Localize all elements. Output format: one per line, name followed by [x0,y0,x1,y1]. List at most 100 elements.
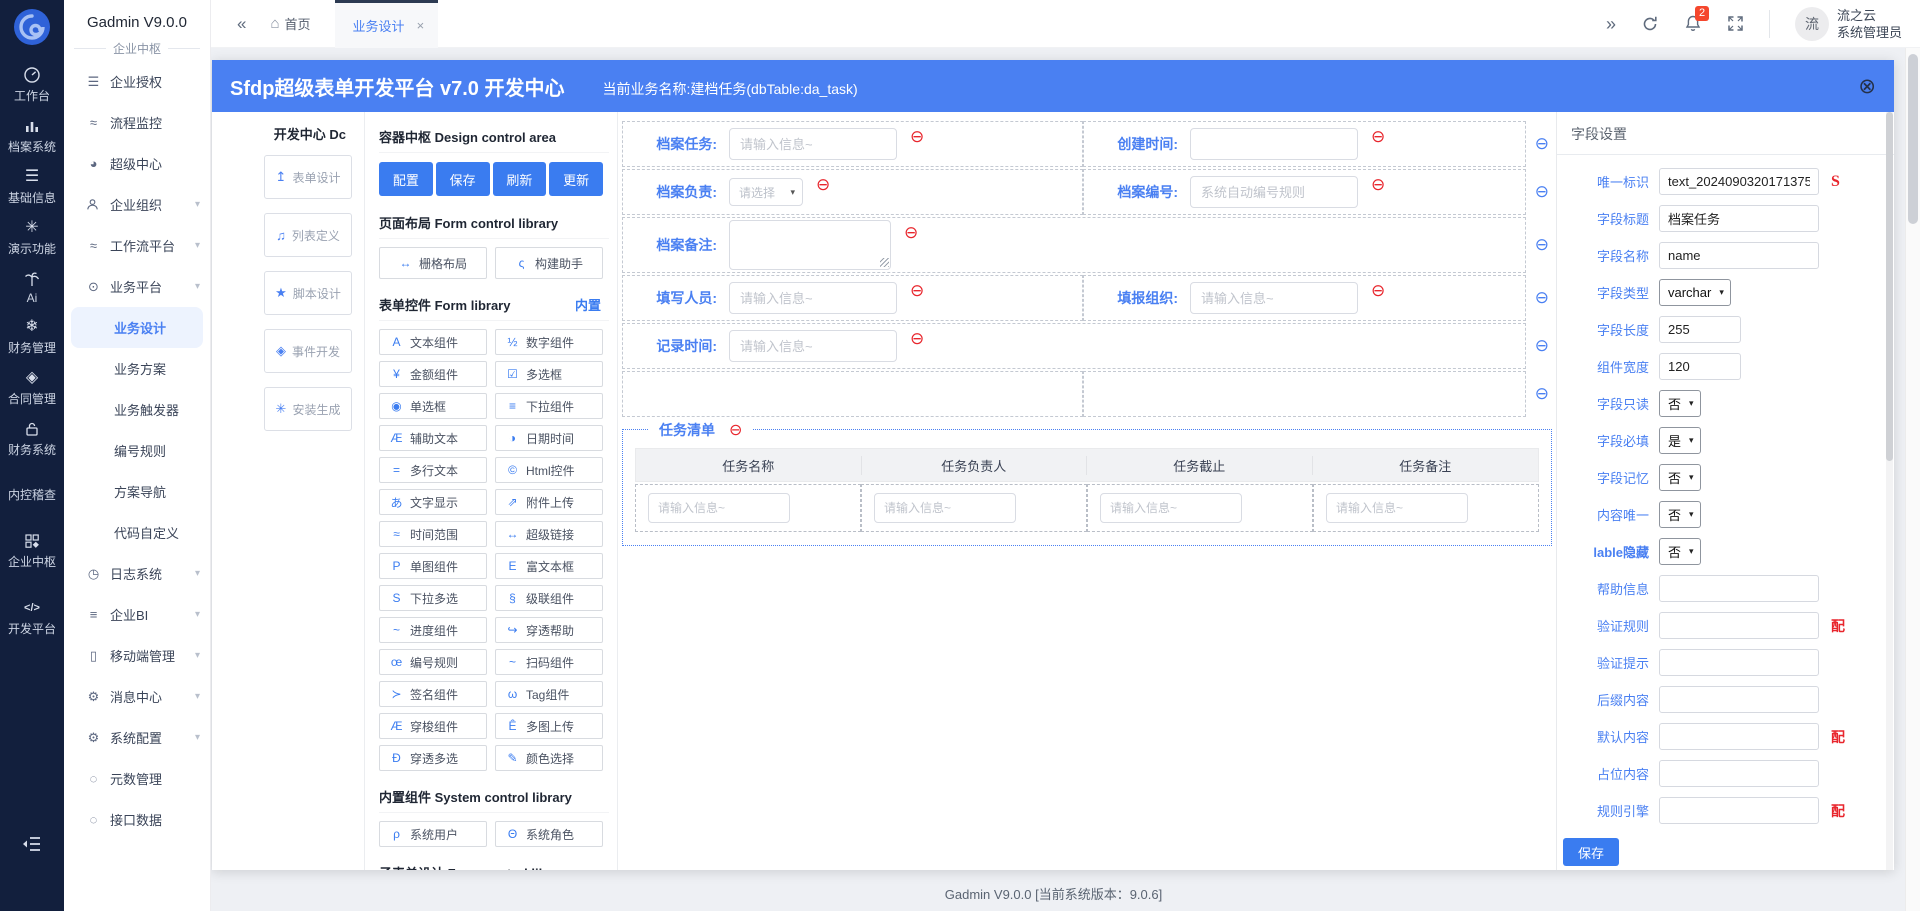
archive-number-input[interactable] [1190,176,1358,208]
component-button[interactable]: ↔超级链接 [495,521,603,547]
rail-item-workbench[interactable]: 工作台 [14,65,50,104]
component-button[interactable]: ©Html控件 [495,457,603,483]
component-button[interactable]: ⇗附件上传 [495,489,603,515]
update-button[interactable]: 更新 [549,162,603,196]
component-button[interactable]: ≻签名组件 [379,681,487,707]
field-title-input[interactable] [1659,205,1819,232]
refresh-icon[interactable] [1641,15,1659,33]
tab-home[interactable]: ⌂ 首页 [270,14,310,33]
component-button[interactable]: Đ穿透多选 [379,745,487,771]
field-cell-archive-note[interactable]: 档案备注: ⊖ [622,217,1526,273]
sidebar-item-business-platform[interactable]: ⊙ 业务平台 ▾ [64,266,210,307]
sidebar-item-numbering-rules[interactable]: 编号规则 [64,430,210,471]
task-owner-input[interactable] [874,493,1016,523]
report-org-input[interactable] [1190,282,1358,314]
rail-item-demo-features[interactable]: ✳ 演示功能 [8,218,56,257]
task-deadline-input[interactable] [1100,493,1242,523]
rail-collapse-button[interactable] [21,834,43,859]
remove-row-icon[interactable]: ⊖ [1535,182,1549,202]
field-name-input[interactable] [1659,242,1819,269]
page-scrollbar[interactable] [1905,48,1920,911]
component-button[interactable]: §级联组件 [495,585,603,611]
app-logo[interactable] [14,9,50,45]
refresh-button[interactable]: 刷新 [493,162,547,196]
component-button[interactable]: ¥金额组件 [379,361,487,387]
tab-close-icon[interactable]: × [417,18,425,33]
remove-row-icon[interactable]: ⊖ [1535,288,1549,308]
subtable-cell[interactable] [1313,484,1539,532]
event-dev-button[interactable]: ◈ 事件开发 [264,329,352,373]
suffix-content-input[interactable] [1659,686,1819,713]
rail-item-enterprise-hub[interactable]: 企业中枢 [8,531,56,570]
component-button[interactable]: Æ穿梭组件 [379,713,487,739]
component-button[interactable]: ~进度组件 [379,617,487,643]
component-button[interactable]: =多行文本 [379,457,487,483]
resize-handle[interactable] [880,258,889,267]
field-type-select[interactable]: varchar ▾ [1659,279,1731,306]
task-name-input[interactable] [648,493,790,523]
remove-row-icon[interactable]: ⊖ [1535,134,1549,154]
sidebar-item-custom-code[interactable]: 代码自定义 [64,512,210,553]
field-cell-fill-person[interactable]: 填写人员: ⊖ [622,275,1083,321]
record-time-input[interactable] [729,330,897,362]
scrollbar-thumb[interactable] [1886,112,1893,461]
component-button[interactable]: E富文本框 [495,553,603,579]
rail-item-finance-mgmt[interactable]: ❄ 财务管理 [8,317,56,356]
save-button[interactable]: 保存 [436,162,490,196]
sidebar-item-metadata-mgmt[interactable]: ◌ 元数管理 [64,758,210,799]
archive-note-textarea[interactable] [729,220,891,270]
rail-item-finance-system[interactable]: 财务系统 [8,419,56,458]
rail-item-basic-info[interactable]: ☰ 基础信息 [8,167,56,206]
component-button[interactable]: ωTag组件 [495,681,603,707]
component-button[interactable]: œ编号规则 [379,649,487,675]
remove-row-icon[interactable]: ⊖ [1535,235,1549,255]
sidebar-item-mobile-mgmt[interactable]: ▯ 移动端管理 ▾ [64,635,210,676]
remove-subtable-icon[interactable]: ⊖ [729,420,742,440]
unique-id-input[interactable] [1659,168,1819,195]
component-button[interactable]: ◉单选框 [379,393,487,419]
sidebar-item-log-system[interactable]: ◷ 日志系统 ▾ [64,553,210,594]
sidebar-item-system-config[interactable]: ⚙ 系统配置 ▾ [64,717,210,758]
subtable-cell[interactable] [861,484,1087,532]
component-button[interactable]: ✎颜色选择 [495,745,603,771]
remove-row-icon[interactable]: ⊖ [1535,384,1549,404]
field-cell-archive-owner[interactable]: 档案负责: 请选择 ▾ ⊖ [622,169,1083,215]
component-button[interactable]: P单图组件 [379,553,487,579]
sidebar-item-process-monitor[interactable]: ≈ 流程监控 [64,102,210,143]
subtable-cell[interactable] [635,484,861,532]
sidebar-item-interface-data[interactable]: ◌ 接口数据 [64,799,210,840]
component-button[interactable]: ≈时间范围 [379,521,487,547]
rail-item-contract-mgmt[interactable]: ◈ 合同管理 [8,368,56,407]
sidebar-item-enterprise-auth[interactable]: ☰ 企业授权 [64,61,210,102]
rail-item-archive-system[interactable]: 档案系统 [8,116,56,155]
sidebar-item-message-center[interactable]: ⚙ 消息中心 ▾ [64,676,210,717]
panel-scrollbar[interactable] [1886,112,1893,870]
placeholder-content-input[interactable] [1659,760,1819,787]
sidebar-item-business-plan[interactable]: 业务方案 [64,348,210,389]
required-select[interactable]: 是▾ [1659,427,1701,454]
accessory-s[interactable]: S [1831,173,1840,191]
rule-engine-input[interactable] [1659,797,1819,824]
component-button[interactable]: ½数字组件 [495,329,603,355]
remove-field-icon[interactable]: ⊖ [1371,127,1385,147]
install-generate-button[interactable]: ✳ 安装生成 [264,387,352,431]
archive-task-input[interactable] [729,128,897,160]
component-button[interactable]: ☑多选框 [495,361,603,387]
sidebar-item-workflow-platform[interactable]: ≈ 工作流平台 ▾ [64,225,210,266]
memory-select[interactable]: 否▾ [1659,464,1701,491]
form-design-button[interactable]: ↥ 表单设计 [264,155,352,199]
list-definition-button[interactable]: ♫ 列表定义 [264,213,352,257]
build-assistant-button[interactable]: ς 构建助手 [495,247,603,279]
sidebar-item-business-trigger[interactable]: 业务触发器 [64,389,210,430]
configure-link[interactable]: 配 [1831,727,1845,747]
remove-field-icon[interactable]: ⊖ [910,281,924,301]
component-button[interactable]: Æ辅助文本 [379,425,487,451]
remove-field-icon[interactable]: ⊖ [1371,281,1385,301]
field-save-button[interactable]: 保存 [1563,838,1619,866]
label-hide-select[interactable]: 否▾ [1659,538,1701,565]
component-width-input[interactable] [1659,353,1741,380]
fullscreen-icon[interactable] [1727,15,1744,32]
default-content-input[interactable] [1659,723,1819,750]
fill-person-input[interactable] [729,282,897,314]
empty-cell[interactable] [622,371,1083,417]
